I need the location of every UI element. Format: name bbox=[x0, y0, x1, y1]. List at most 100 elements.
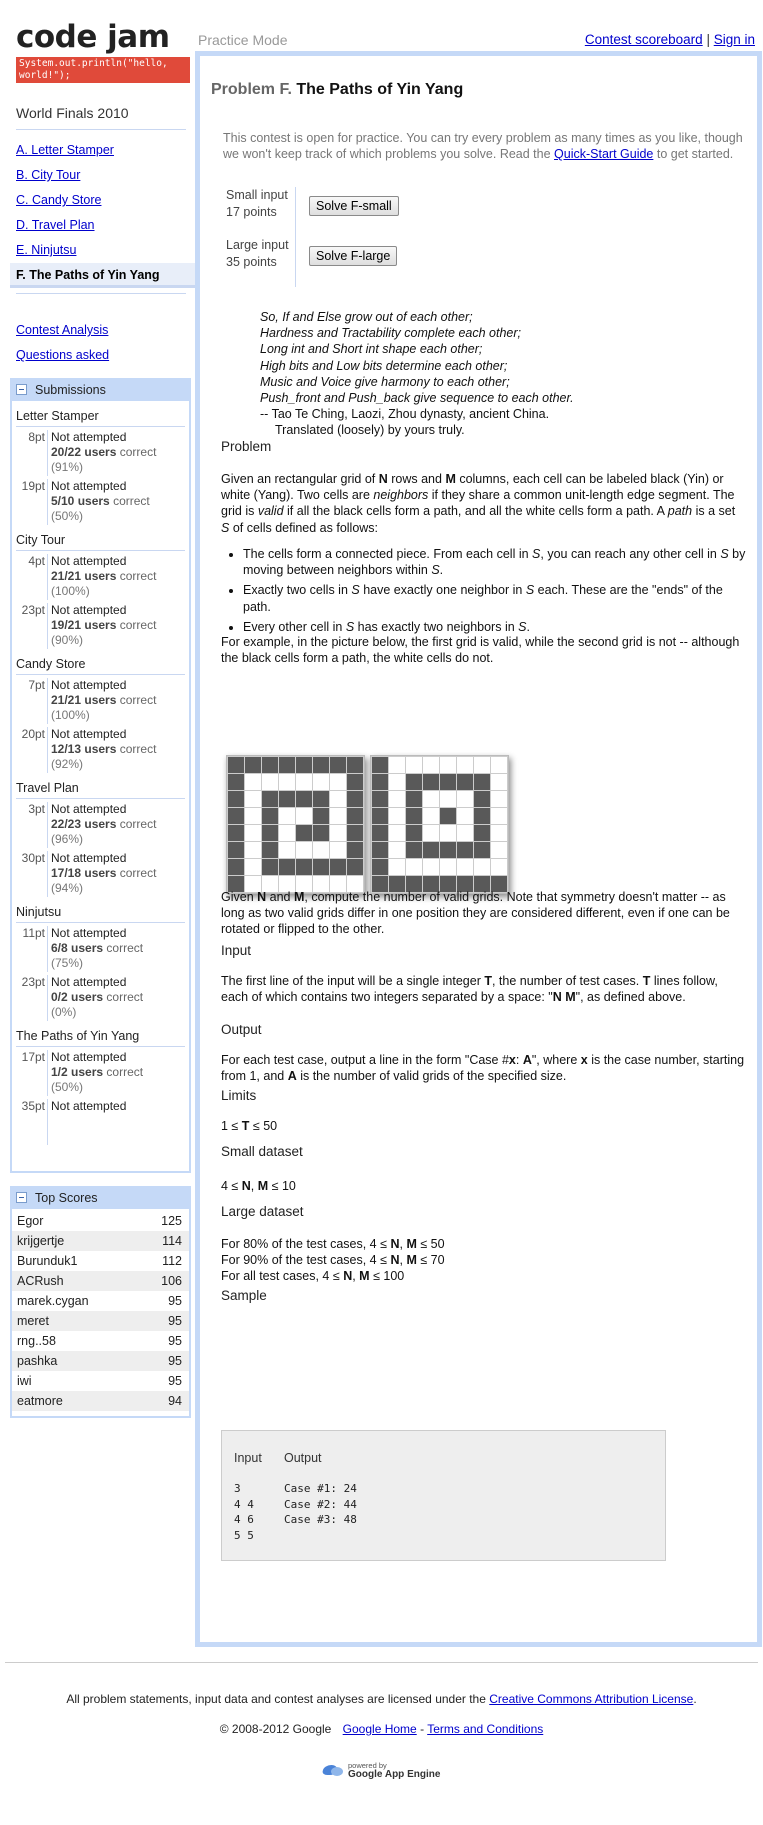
example-text: For example, in the picture below, the f… bbox=[221, 635, 740, 666]
black-cell bbox=[406, 808, 422, 824]
top-score-row[interactable]: iwi 95 bbox=[12, 1371, 189, 1391]
status-text: Not attempted bbox=[51, 926, 127, 940]
white-cell bbox=[245, 859, 261, 875]
white-cell bbox=[440, 825, 456, 841]
section-heading-large: Large dataset bbox=[221, 1204, 304, 1219]
users-word: users bbox=[84, 618, 117, 632]
black-cell bbox=[372, 842, 388, 858]
left-sidebar: code jam System.out.println("hello, worl… bbox=[10, 20, 198, 368]
top-score-row[interactable]: marek.cygan 95 bbox=[12, 1291, 189, 1311]
solve-small-button[interactable]: Solve F-small bbox=[309, 196, 399, 216]
sidebar-divider bbox=[16, 293, 186, 294]
section-heading-limits: Limits bbox=[221, 1088, 257, 1103]
submission-group-title: Travel Plan bbox=[16, 777, 185, 799]
contest-analysis-link[interactable]: Contest Analysis bbox=[16, 318, 190, 343]
status-text: Not attempted bbox=[51, 975, 127, 989]
users-word: users bbox=[84, 693, 117, 707]
black-cell bbox=[440, 808, 456, 824]
white-cell bbox=[457, 825, 473, 841]
black-cell bbox=[372, 859, 388, 875]
google-home-link[interactable]: Google Home bbox=[343, 1722, 417, 1736]
white-cell bbox=[389, 825, 405, 841]
large-input-points: 35 points bbox=[226, 255, 277, 269]
top-score-row[interactable]: rng..58 95 bbox=[12, 1331, 189, 1351]
submission-points: 7pt bbox=[28, 678, 45, 692]
practice-mode-label: Practice Mode bbox=[198, 32, 288, 48]
large-dataset-text: For 80% of the test cases, 4 ≤ N, M ≤ 50… bbox=[221, 1237, 445, 1284]
black-cell bbox=[347, 842, 363, 858]
submission-group-title: Letter Stamper bbox=[16, 405, 185, 427]
sample-output-label: Output bbox=[284, 1451, 322, 1465]
users-ratio: 1/2 bbox=[51, 1065, 68, 1079]
questions-asked-link[interactable]: Questions asked bbox=[16, 343, 190, 368]
top-score-row[interactable]: krijgertje 114 bbox=[12, 1231, 189, 1251]
white-cell bbox=[491, 842, 507, 858]
white-cell bbox=[406, 859, 422, 875]
white-cell bbox=[330, 842, 346, 858]
black-cell bbox=[313, 791, 329, 807]
sample-input-label: Input bbox=[234, 1451, 262, 1465]
problem-link-f-current[interactable]: F. The Paths of Yin Yang bbox=[10, 263, 198, 288]
contestant-score: 125 bbox=[161, 1214, 182, 1228]
problem-link-a[interactable]: A. Letter Stamper bbox=[10, 138, 190, 163]
white-cell bbox=[491, 859, 507, 875]
submissions-header[interactable]: Submissions bbox=[12, 380, 189, 401]
users-word: users bbox=[84, 569, 117, 583]
logo-tagline: System.out.println("hello, world!"); bbox=[16, 57, 190, 83]
status-text: Not attempted bbox=[51, 603, 127, 617]
large-input-label: Large input bbox=[226, 238, 289, 252]
quick-start-guide-link[interactable]: Quick-Start Guide bbox=[554, 147, 653, 161]
black-cell bbox=[440, 774, 456, 790]
submission-row: 4pt Not attempted 21/21 users correct (100%… bbox=[16, 551, 185, 600]
users-ratio: 0/2 bbox=[51, 990, 68, 1004]
app-engine-badge[interactable]: powered by Google App Engine bbox=[321, 1755, 441, 1785]
white-cell bbox=[330, 808, 346, 824]
white-cell bbox=[313, 842, 329, 858]
top-score-row[interactable]: ACRush 106 bbox=[12, 1271, 189, 1291]
input-buttons: Small input 17 points Solve F-small Large… bbox=[226, 187, 399, 287]
solve-large-button[interactable]: Solve F-large bbox=[309, 246, 398, 266]
terms-link[interactable]: Terms and Conditions bbox=[427, 1722, 543, 1736]
contestant-score: 95 bbox=[168, 1334, 182, 1348]
white-cell bbox=[330, 825, 346, 841]
black-cell bbox=[347, 791, 363, 807]
top-score-row[interactable]: pashka 95 bbox=[12, 1351, 189, 1371]
white-cell bbox=[457, 859, 473, 875]
black-cell bbox=[296, 825, 312, 841]
contestant-name: krijgertje bbox=[17, 1234, 65, 1248]
submission-points: 35pt bbox=[21, 1099, 45, 1113]
top-score-row[interactable]: Burunduk1 112 bbox=[12, 1251, 189, 1271]
section-heading-output: Output bbox=[221, 1022, 262, 1037]
sign-in-link[interactable]: Sign in bbox=[714, 32, 755, 47]
code-jam-logo[interactable]: code jam bbox=[16, 20, 190, 54]
status-text: Not attempted bbox=[51, 727, 127, 741]
submission-row: 23pt Not attempted 19/21 users correct (90%… bbox=[16, 600, 185, 649]
problem-link-d[interactable]: D. Travel Plan bbox=[10, 213, 190, 238]
top-score-row[interactable]: Egor 125 bbox=[12, 1211, 189, 1231]
creative-commons-link[interactable]: Creative Commons Attribution License bbox=[489, 1692, 693, 1706]
contest-scoreboard-link[interactable]: Contest scoreboard bbox=[585, 32, 703, 47]
white-cell bbox=[491, 825, 507, 841]
top-score-row[interactable]: meret 95 bbox=[12, 1311, 189, 1331]
users-ratio: 20/22 bbox=[51, 445, 82, 459]
users-word: users bbox=[84, 866, 117, 880]
problem-link-e[interactable]: E. Ninjutsu bbox=[10, 238, 190, 263]
app-engine-text: Google App Engine bbox=[348, 1769, 441, 1780]
white-cell bbox=[279, 774, 295, 790]
contest-name: World Finals 2010 bbox=[16, 105, 186, 130]
black-cell bbox=[474, 808, 490, 824]
problem-link-b[interactable]: B. City Tour bbox=[10, 163, 190, 188]
white-cell bbox=[491, 791, 507, 807]
collapse-icon[interactable] bbox=[16, 384, 27, 395]
poem-line: Long int and Short int shape each other; bbox=[260, 342, 483, 357]
black-cell bbox=[228, 774, 244, 790]
top-scores-header[interactable]: Top Scores bbox=[12, 1188, 189, 1209]
collapse-icon[interactable] bbox=[16, 1192, 27, 1203]
top-score-row[interactable]: eatmore 94 bbox=[12, 1391, 189, 1411]
submission-status: Not attempted 22/23 users correct (96%) bbox=[47, 802, 185, 848]
submission-status: Not attempted bbox=[47, 1099, 185, 1145]
list-item: The cells form a connected piece. From e… bbox=[243, 546, 746, 578]
correct-percent: (0%) bbox=[51, 1005, 77, 1019]
problem-link-c[interactable]: C. Candy Store bbox=[10, 188, 190, 213]
white-cell bbox=[245, 808, 261, 824]
